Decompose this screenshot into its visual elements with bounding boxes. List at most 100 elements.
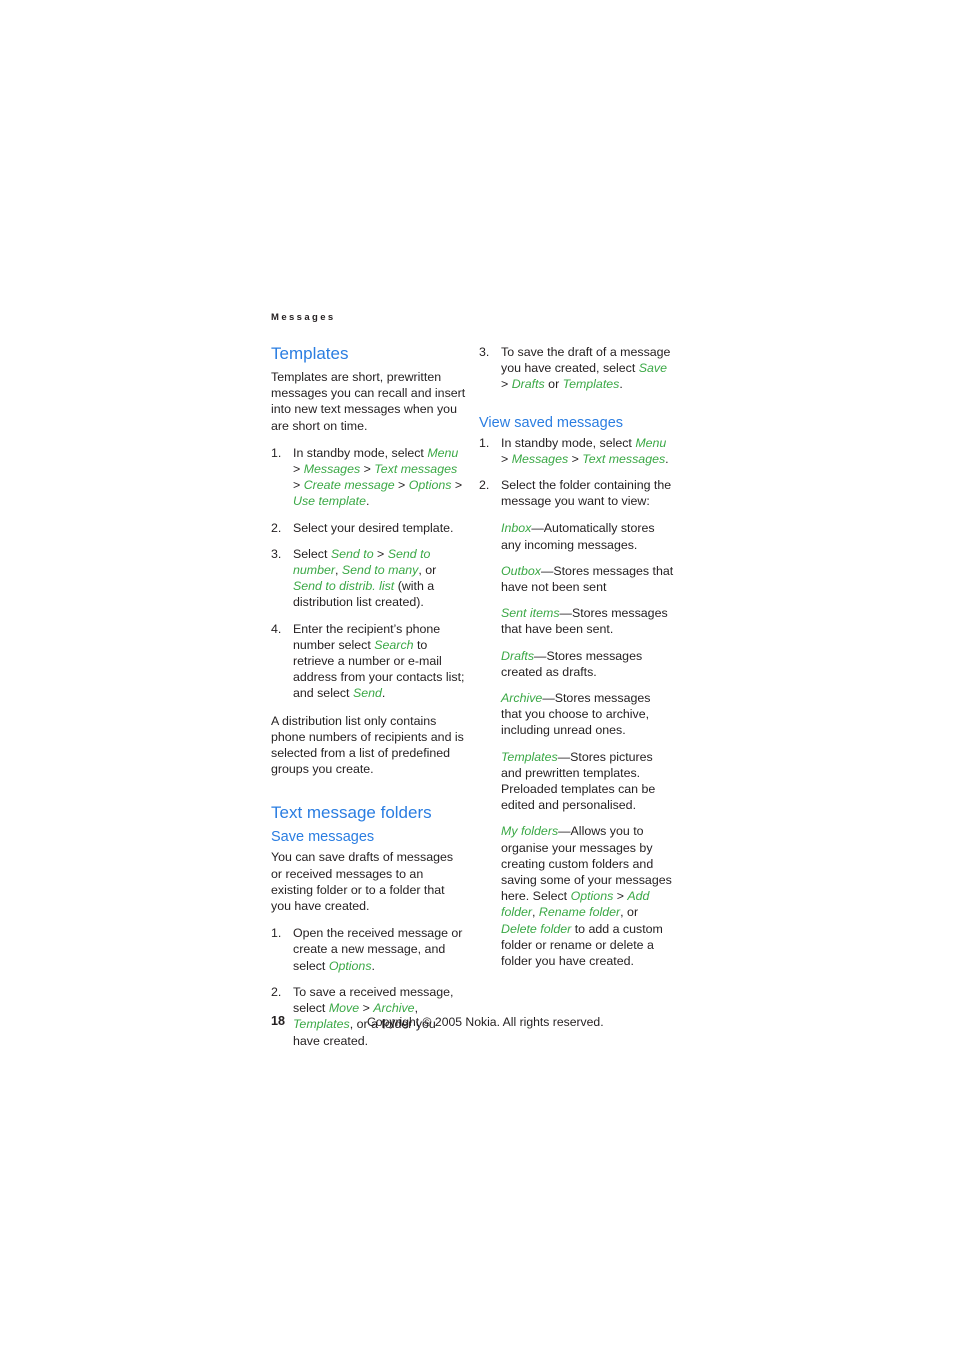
menu-separator: > [360,462,375,477]
body-text: . [371,958,375,973]
menu-separator: > [501,451,512,466]
step-text: In standby mode, select Menu > Messages … [501,436,669,466]
save-messages-step-list: 1. Open the received message or create a … [271,925,466,1048]
folder-description: Inbox—Automatically stores any incoming … [479,520,674,552]
ui-menu-token: Move [328,1001,360,1016]
menu-separator: > [394,478,409,493]
body-text: In standby mode, select [501,435,636,450]
ui-menu-token: Send to distrib. list [293,579,395,594]
body-text: . [665,451,669,466]
step-number: 4. [271,621,282,636]
column-left: Templates Templates are short, prewritte… [271,344,466,1049]
menu-separator: > [613,889,628,904]
step-item: 4. Enter the recipient’s phone number sel… [271,621,466,702]
menu-separator: > [568,451,583,466]
body-text: . [366,494,370,509]
body-text: , [335,563,342,578]
body-text: Select [293,546,331,561]
ui-menu-token: Menu [635,435,667,450]
subheading-save-messages: Save messages [271,829,375,846]
menu-separator: > [451,478,463,493]
step-item: 1. In standby mode, select Menu > Message… [479,435,674,467]
document-page: Messages Templates Templates are short, … [0,0,954,1351]
step-number: 2. [271,984,282,999]
step-text: Select the folder containing the message… [501,478,671,508]
step-number: 1. [271,445,282,460]
ui-menu-token: Drafts [511,377,545,392]
body-text: , or [620,905,639,920]
ui-menu-token: Messages [303,462,361,477]
save-messages-intro-paragraph: You can save drafts of messages or recei… [271,850,454,914]
step-text: In standby mode, select Menu > Messages … [293,446,462,509]
body-text: Open the received message or create a ne… [293,926,463,973]
templates-intro-paragraph: Templates are short, prewritten messages… [271,370,466,433]
body-text: Select your desired template. [293,520,454,535]
ui-menu-token: Outbox [501,563,541,578]
save-draft-step-list: 3. To save the draft of a message you hav… [479,344,674,393]
menu-separator: > [359,1001,374,1016]
ui-menu-token: Save [638,361,668,376]
body-text: , [532,905,539,920]
step-text: Enter the recipient’s phone number selec… [293,622,464,701]
step-number: 2. [271,520,282,535]
folder-description: Templates—Stores pictures and prewritten… [479,749,674,814]
menu-separator: > [293,478,304,493]
step-number: 3. [271,546,282,561]
folder-description: Sent items—Stores messages that have bee… [479,605,674,637]
step-number: 1. [479,435,490,450]
ui-menu-token: My folders [501,824,559,839]
folder-description: My folders—Allows you to organise your m… [479,823,674,969]
heading-templates: Templates [271,344,349,363]
menu-separator: > [501,377,512,392]
body-text: Select the folder containing the message… [501,478,672,509]
menu-separator: > [293,462,304,477]
ui-menu-token: Delete folder [501,921,572,936]
view-saved-messages-step-list: 1. In standby mode, select Menu > Message… [479,435,674,510]
column-right: 3. To save the draft of a message you hav… [479,344,674,969]
copyright-notice: Copyright © 2005 Nokia. All rights reser… [367,1015,604,1029]
step-item: 2. Select the folder containing the messa… [479,477,674,509]
step-number: 3. [479,345,490,359]
ui-menu-token: Create message [303,478,395,493]
body-text: . [381,686,386,701]
menu-separator: > [373,546,388,561]
ui-menu-token: Messages [511,451,569,466]
ui-menu-token: Use template [293,494,367,509]
templates-step-list: 1. In standby mode, select Menu > Message… [271,445,466,702]
step-text: To save the draft of a message you have … [501,345,670,391]
ui-menu-token: Templates [562,377,620,392]
ui-menu-token: Archive [501,691,543,706]
ui-menu-token: Search [374,637,414,652]
ui-menu-token: Send to [330,546,374,561]
folder-description-list: Inbox—Automatically stores any incoming … [479,520,674,969]
running-header: Messages [271,312,336,323]
step-item: 3. Select Send to > Send to number, Send … [271,546,466,611]
distribution-list-note: A distribution list only contains phone … [271,713,464,777]
folder-description: Drafts—Stores messages created as drafts… [479,648,674,680]
ui-menu-token: Templates [501,749,558,764]
step-item: 1. In standby mode, select Menu > Message… [271,445,466,510]
step-number: 1. [271,926,282,941]
step-text: Select your desired template. [293,521,453,535]
ui-menu-token: Text messages [374,462,458,477]
step-item: 1. Open the received message or create a … [271,925,466,974]
ui-menu-token: Inbox [501,521,532,536]
ui-menu-token: Options [408,478,452,493]
page-number: 18 [271,1014,286,1028]
ui-menu-token: Drafts [501,648,535,663]
ui-menu-token: Options [328,958,372,973]
step-number: 2. [479,478,490,493]
body-text: . [619,377,623,392]
ui-menu-token: Send [352,686,382,701]
ui-menu-token: Options [570,889,614,904]
body-text: In standby mode, select [293,445,428,460]
folder-description: Outbox—Stores messages that have not bee… [479,563,674,595]
ui-menu-token: Rename folder [538,905,621,920]
ui-menu-token: Sent items [501,606,560,621]
heading-text-message-folders: Text message folders [271,803,432,823]
body-text: or [544,377,563,392]
ui-menu-token: Send to many [341,563,419,578]
step-text: Select Send to > Send to number, Send to… [293,547,436,610]
ui-menu-token: Templates [293,1017,350,1032]
